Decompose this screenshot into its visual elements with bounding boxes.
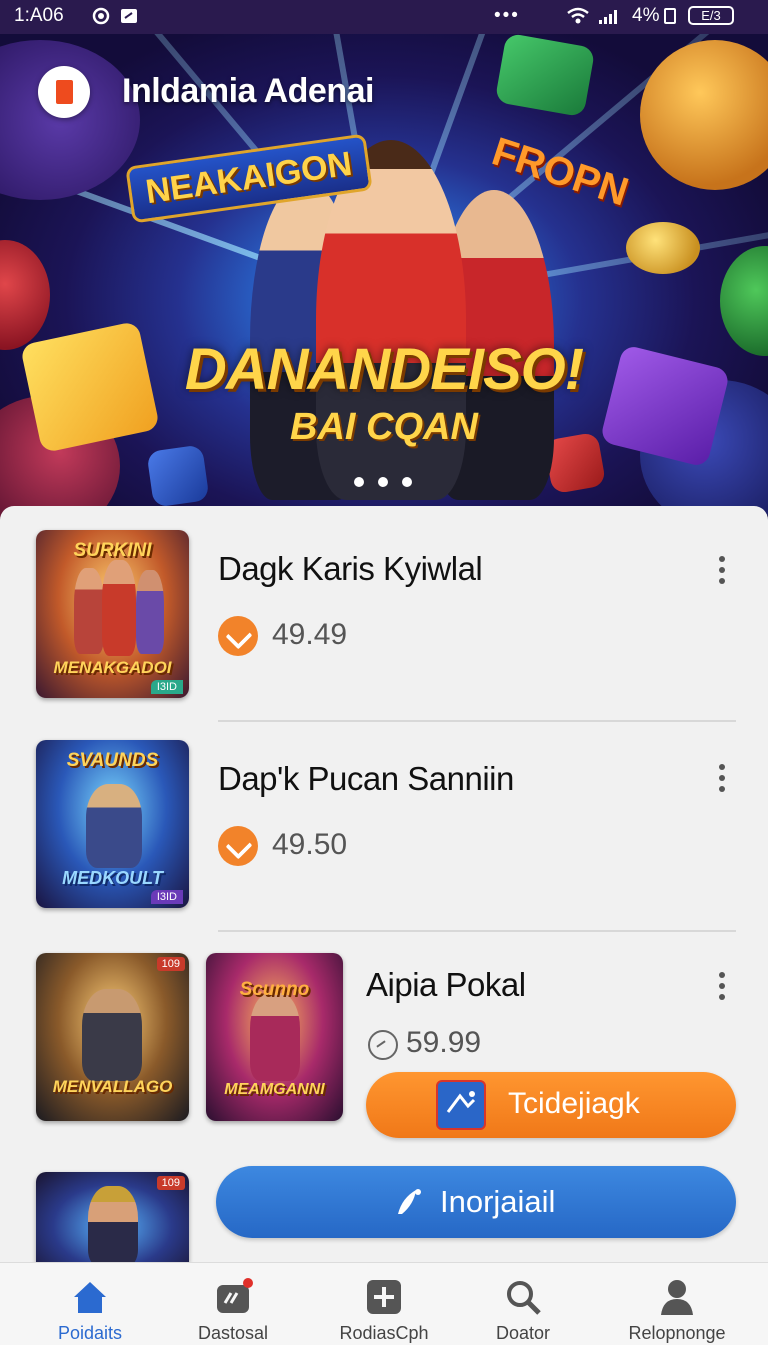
sim-icon (664, 8, 676, 24)
nav-label: RodiasCph (339, 1323, 429, 1343)
item-price: 59.99 (406, 1026, 482, 1059)
nav-item-games[interactable]: Dastosal (158, 1263, 308, 1345)
nav-label: Doator (495, 1323, 551, 1343)
plus-box-icon (367, 1280, 401, 1314)
battery-indicator: E/3 (688, 6, 734, 25)
hero-subheadline: BAI CQAN (290, 406, 478, 448)
carousel-dot[interactable] (402, 477, 412, 487)
more-options-icon[interactable] (712, 972, 732, 1006)
carousel-dot[interactable] (378, 477, 388, 487)
game-thumbnail[interactable]: SVAUNDS MEDKOULT I3ID (36, 740, 189, 908)
clock-icon (368, 1030, 398, 1060)
nav-label: Relopnonge (628, 1323, 726, 1343)
app-logo-icon[interactable] (38, 66, 90, 118)
divider (218, 930, 736, 932)
status-percent: 4% (632, 5, 660, 26)
game-thumbnail[interactable]: SURKINI MENAKGADOI I3ID (36, 530, 189, 698)
game-thumbnail[interactable]: 109 (36, 1172, 189, 1262)
thumbnail-badge: 109 (156, 1176, 185, 1190)
thumbnail-badge: I3ID (150, 890, 183, 904)
item-action-button[interactable]: Tcidejiagk (366, 1072, 736, 1138)
wifi-icon (567, 7, 589, 24)
record-icon (92, 7, 110, 25)
lock-gem-decoration (146, 444, 210, 508)
game-thumbnail[interactable]: MENVALLAGO 109 (36, 953, 189, 1121)
thumbnail-badge: I3ID (150, 680, 183, 694)
nav-item-home[interactable]: Poidaits (15, 1263, 165, 1345)
status-dots: ••• (494, 5, 520, 26)
nav-item-search[interactable]: Doator (448, 1263, 598, 1345)
nav-label: Poidaits (57, 1323, 123, 1343)
signal-icon (599, 10, 617, 24)
coin-decoration (640, 40, 768, 190)
app-title: Inldamia Adenai (122, 72, 374, 110)
nav-item-profile[interactable]: Relopnonge (602, 1263, 752, 1345)
hero-banner[interactable]: NEAKAIGON FROPN DANANDEISO! BAI CQAN Inl… (0, 0, 768, 540)
thumbnail-badge: 109 (156, 957, 185, 971)
nav-item-add[interactable]: RodiasCph (309, 1263, 459, 1345)
item-price: 49.50 (272, 828, 348, 861)
lock-gem-decoration (494, 32, 596, 118)
item-title[interactable]: Dagk Karis Kyiwlal (218, 550, 483, 588)
carousel-dots[interactable] (354, 474, 426, 492)
more-options-icon[interactable] (712, 556, 732, 590)
home-icon (74, 1282, 106, 1313)
download-icon (436, 1080, 486, 1130)
item-price: 49.49 (272, 618, 348, 651)
thumbnail-title-top: SVAUNDS (66, 750, 159, 771)
install-button[interactable]: Inorjaiail (216, 1166, 736, 1238)
thumbnail-title-bottom: MENVALLAGO (52, 1077, 173, 1096)
message-icon (121, 9, 137, 23)
status-bar: 1:A06 ••• 4% E/3 (0, 0, 768, 34)
thumbnail-title-bottom: MEAMGANNI (224, 1081, 325, 1098)
nav-label: Dastosal (197, 1323, 269, 1343)
profile-icon (661, 1280, 693, 1315)
thumbnail-title-top: Scunno (239, 979, 310, 1000)
divider (218, 720, 736, 722)
search-icon (507, 1281, 541, 1315)
more-options-icon[interactable] (712, 764, 732, 798)
item-title[interactable]: Dap'k Pucan Sanniin (218, 760, 514, 798)
status-time: 1:A06 (14, 5, 64, 26)
coin-decoration (0, 40, 140, 200)
price-tag-icon (218, 616, 258, 656)
coin-decoration (626, 222, 700, 274)
item-action-label: Tcidejiagk (508, 1087, 640, 1120)
thumbnail-title-top: SURKINI (73, 540, 152, 561)
price-tag-icon (218, 826, 258, 866)
gamepad-icon (217, 1278, 253, 1313)
rocket-icon (398, 1189, 421, 1214)
coin-decoration (0, 240, 50, 350)
install-button-label: Inorjaiail (440, 1184, 556, 1219)
thumbnail-title-bottom: MENAKGADOI (53, 658, 172, 677)
game-thumbnail[interactable]: Scunno MEAMGANNI (206, 953, 343, 1121)
item-title[interactable]: Aipia Pokal (366, 966, 526, 1004)
carousel-dot[interactable] (354, 477, 364, 487)
bottom-nav: Poidaits Dastosal RodiasCph Doator Relop… (0, 1262, 768, 1345)
thumbnail-title-bottom: MEDKOULT (62, 868, 163, 888)
hero-headline: DANANDEISO! (184, 337, 584, 402)
